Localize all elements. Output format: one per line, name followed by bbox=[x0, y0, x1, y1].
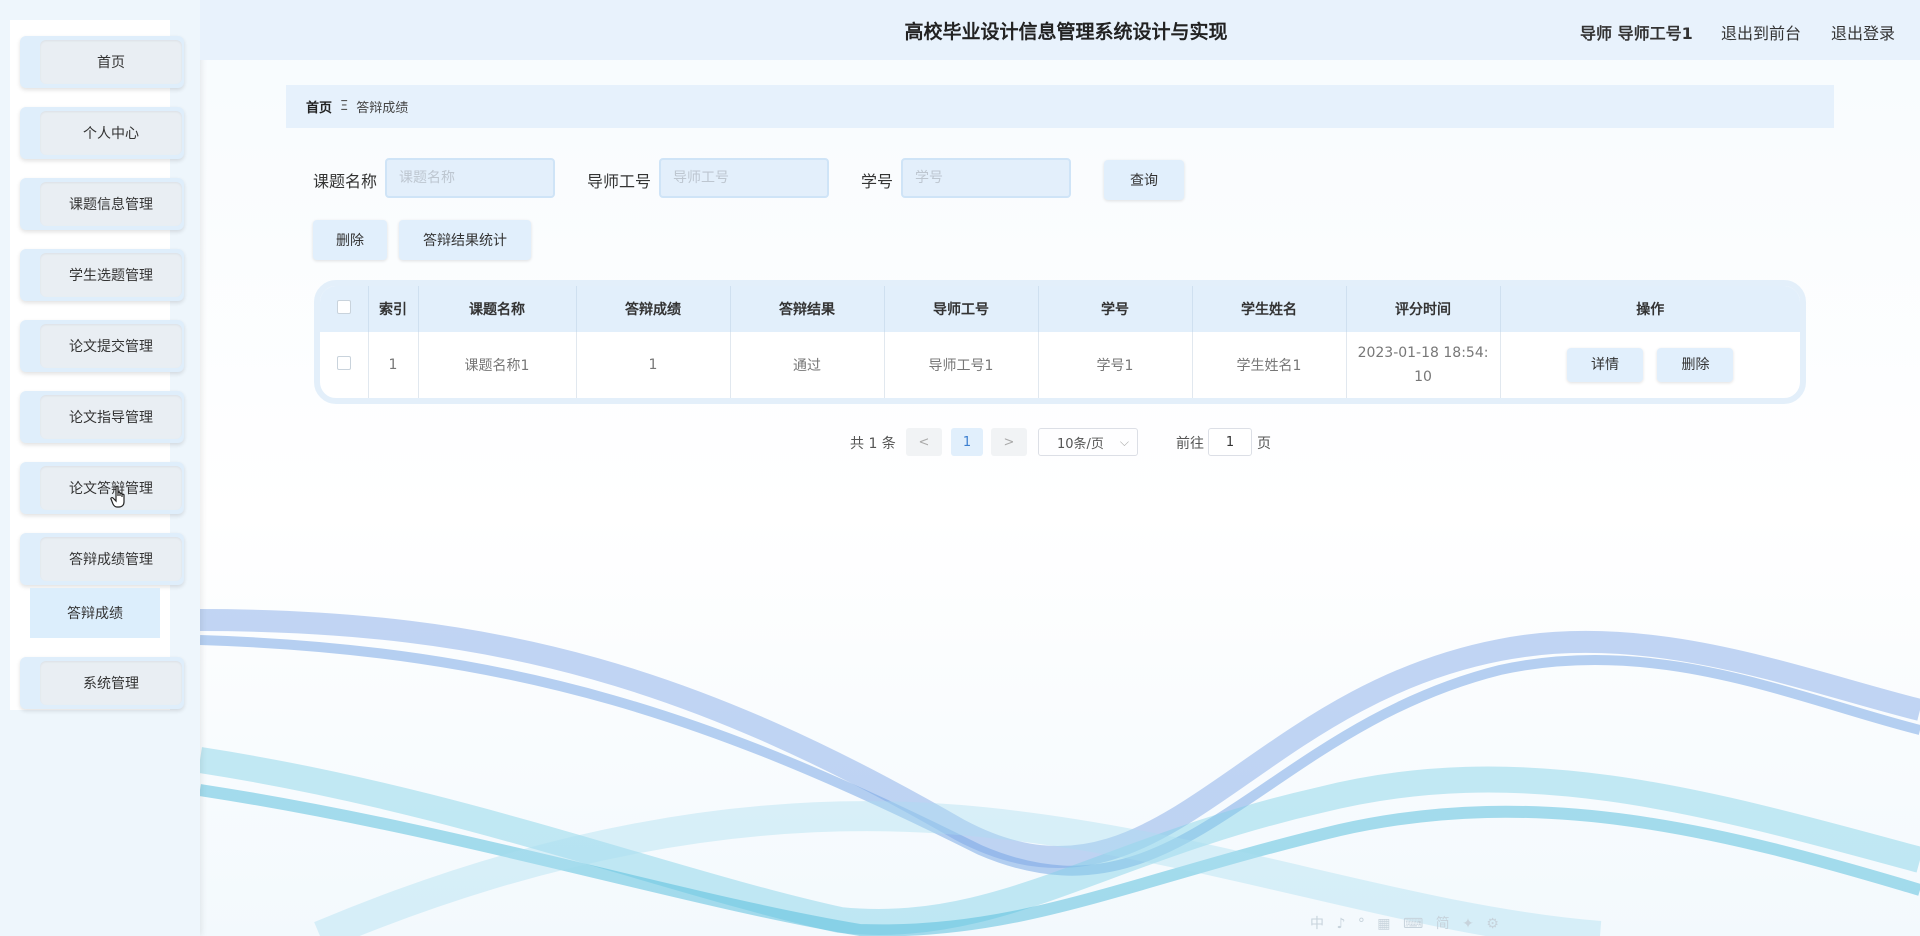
column-header: 课题名称 bbox=[418, 286, 577, 332]
student-id-input[interactable] bbox=[901, 158, 1071, 198]
table-header-row: 索引 课题名称 答辩成绩 答辩结果 导师工号 学号 学生姓名 评分时间 操作 bbox=[320, 286, 1800, 332]
sidebar-item-label: 个人中心 bbox=[40, 111, 182, 155]
next-page-button[interactable]: > bbox=[991, 428, 1027, 456]
sidebar-subitem-defense-score[interactable]: 答辩成绩 bbox=[30, 588, 160, 638]
sidebar: 首页 个人中心 课题信息管理 学生选题管理 论文提交管理 论文指导管理 论文答辩… bbox=[0, 0, 200, 936]
column-header: 索引 bbox=[368, 286, 419, 332]
app-title: 高校毕业设计信息管理系统设计与实现 bbox=[904, 21, 1228, 43]
sidebar-item-defense-score[interactable]: 答辩成绩管理 bbox=[20, 533, 184, 585]
cell-result: 通过 bbox=[730, 332, 885, 398]
prev-page-button[interactable]: < bbox=[906, 428, 942, 456]
breadcrumb-current: 答辩成绩 bbox=[356, 101, 409, 116]
topic-name-label: 课题名称 bbox=[313, 172, 378, 191]
sidebar-item-topic-selection[interactable]: 学生选题管理 bbox=[20, 249, 184, 301]
column-header: 答辩成绩 bbox=[576, 286, 731, 332]
row-checkbox[interactable] bbox=[336, 356, 351, 370]
logout-link[interactable]: 退出登录 bbox=[1831, 20, 1895, 44]
sidebar-item-home[interactable]: 首页 bbox=[20, 36, 184, 88]
breadcrumb: 首页 Ξ 答辩成绩 bbox=[286, 85, 1834, 128]
batch-delete-button[interactable]: 删除 bbox=[313, 220, 387, 260]
cell-student-name: 学生姓名1 bbox=[1192, 332, 1347, 398]
column-header: 评分时间 bbox=[1346, 286, 1501, 332]
sidebar-item-system[interactable]: 系统管理 bbox=[20, 657, 184, 709]
hand-cursor-icon bbox=[110, 485, 125, 508]
cell-topic: 课题名称1 bbox=[418, 332, 577, 398]
sidebar-item-label: 首页 bbox=[40, 40, 182, 84]
column-header: 操作 bbox=[1636, 302, 1665, 318]
select-all-cell[interactable] bbox=[320, 286, 369, 332]
student-id-label: 学号 bbox=[861, 172, 894, 191]
defense-result-stats-button[interactable]: 答辩结果统计 bbox=[399, 220, 531, 260]
teacher-id-label: 导师工号 bbox=[587, 172, 652, 191]
column-header: 学生姓名 bbox=[1192, 286, 1347, 332]
page-size-value: 10条/页 bbox=[1057, 436, 1104, 452]
cell-student-id: 学号1 bbox=[1038, 332, 1193, 398]
sidebar-item-profile[interactable]: 个人中心 bbox=[20, 107, 184, 159]
chevron-down-icon: ⌵ bbox=[1119, 435, 1129, 449]
cell-time-text: 2023-01-18 18:54:10 bbox=[1357, 345, 1489, 385]
background-waves bbox=[200, 609, 1920, 936]
cell-score: 1 bbox=[576, 332, 731, 398]
goto-page-input[interactable] bbox=[1208, 428, 1252, 456]
select-all-checkbox[interactable] bbox=[336, 300, 351, 314]
sidebar-item-label: 论文提交管理 bbox=[40, 324, 182, 368]
detail-button[interactable]: 详情 bbox=[1567, 348, 1644, 382]
current-user: 导师 导师工号1 bbox=[1580, 24, 1693, 43]
breadcrumb-separator-icon: Ξ bbox=[340, 99, 349, 114]
sidebar-item-label: 论文指导管理 bbox=[40, 395, 182, 439]
sidebar-item-label: 学生选题管理 bbox=[40, 253, 182, 297]
goto-label: 前往 bbox=[1176, 436, 1204, 452]
page-size-select[interactable]: 10条/页 ⌵ bbox=[1038, 428, 1138, 456]
ime-toolbar: 中 ♪ ° ▦ ⌨ 简 ✦ ⚙ bbox=[1310, 916, 1503, 932]
top-header: 高校毕业设计信息管理系统设计与实现 导师 导师工号1 退出到前台 退出登录 bbox=[200, 0, 1920, 60]
row-select-cell[interactable] bbox=[320, 332, 369, 398]
back-to-front-link[interactable]: 退出到前台 bbox=[1721, 20, 1801, 44]
sidebar-item-label: 课题信息管理 bbox=[40, 182, 182, 226]
cell-index: 1 bbox=[368, 332, 419, 398]
sidebar-item-thesis-submission[interactable]: 论文提交管理 bbox=[20, 320, 184, 372]
cell-actions: 详情 删除 bbox=[1500, 332, 1800, 398]
column-header: 导师工号 bbox=[884, 286, 1039, 332]
breadcrumb-home[interactable]: 首页 bbox=[306, 97, 332, 116]
page-suffix: 页 bbox=[1257, 436, 1271, 452]
cell-teacher-id: 导师工号1 bbox=[884, 332, 1039, 398]
sidebar-item-thesis-guidance[interactable]: 论文指导管理 bbox=[20, 391, 184, 443]
column-header: 答辩结果 bbox=[730, 286, 885, 332]
topic-name-input[interactable] bbox=[385, 158, 555, 198]
cell-time: 2023-01-18 18:54:10 bbox=[1346, 332, 1501, 398]
query-button[interactable]: 查询 bbox=[1104, 160, 1184, 200]
pagination-total: 共 1 条 bbox=[850, 436, 896, 452]
sidebar-item-thesis-defense[interactable]: 论文答辩管理 bbox=[20, 462, 184, 514]
sidebar-item-label: 答辩成绩管理 bbox=[40, 537, 182, 581]
row-delete-button[interactable]: 删除 bbox=[1657, 348, 1734, 382]
defense-score-table: 索引 课题名称 答辩成绩 答辩结果 导师工号 学号 学生姓名 评分时间 操作 1… bbox=[314, 280, 1806, 404]
column-header: 学号 bbox=[1038, 286, 1193, 332]
sidebar-item-topic-info[interactable]: 课题信息管理 bbox=[20, 178, 184, 230]
page-1-button[interactable]: 1 bbox=[951, 428, 983, 456]
teacher-id-input[interactable] bbox=[659, 158, 829, 198]
table-row: 1 课题名称1 1 通过 导师工号1 学号1 学生姓名1 2023-01-18 … bbox=[320, 332, 1800, 398]
sidebar-item-label: 系统管理 bbox=[40, 661, 182, 705]
